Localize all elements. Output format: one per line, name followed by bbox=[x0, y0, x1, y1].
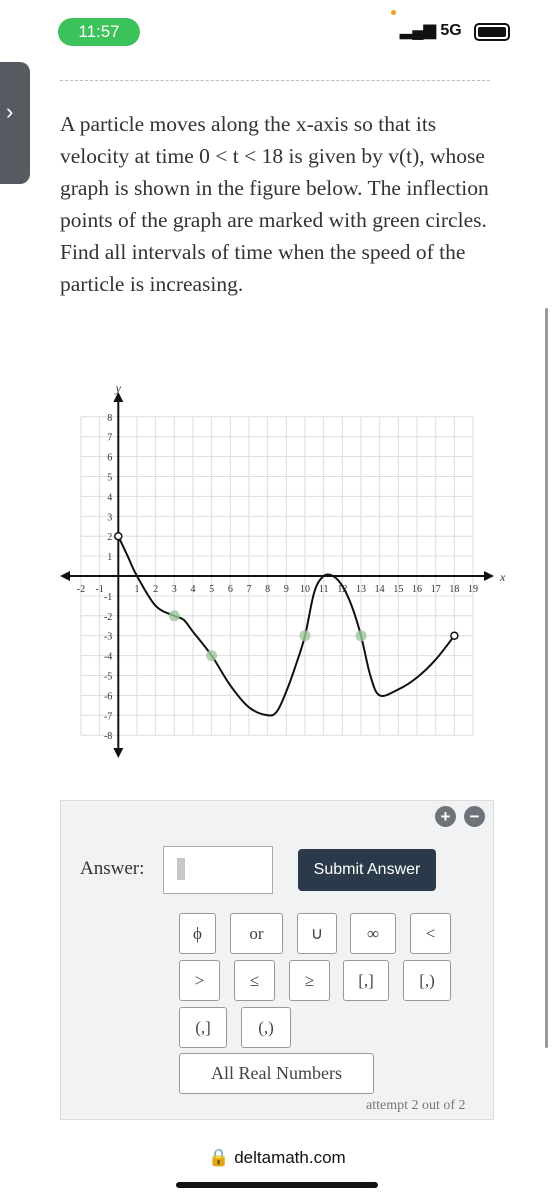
y-tick-label: 7 bbox=[107, 433, 112, 444]
x-tick-label: -2 bbox=[77, 584, 85, 595]
y-tick-label: -6 bbox=[104, 691, 112, 702]
y-tick-label: -3 bbox=[104, 632, 112, 643]
key-closed-open-interval[interactable]: [,) bbox=[403, 960, 451, 1001]
inflection-point bbox=[168, 610, 180, 622]
x-tick-label: 1 bbox=[134, 584, 139, 595]
x-tick-label: -1 bbox=[95, 584, 103, 595]
x-tick-label: 3 bbox=[172, 584, 177, 595]
y-tick-label: 6 bbox=[107, 453, 112, 464]
y-tick-label: -5 bbox=[104, 672, 112, 683]
y-tick-label: 5 bbox=[107, 473, 112, 484]
lock-icon: 🔒 bbox=[208, 1148, 230, 1167]
key-union[interactable]: ∪ bbox=[297, 913, 337, 954]
y-tick-label: -1 bbox=[104, 592, 112, 603]
x-tick-label: 2 bbox=[153, 584, 158, 595]
key-closed-interval[interactable]: [,] bbox=[343, 960, 389, 1001]
attempt-counter: attempt 2 out of 2 bbox=[366, 1098, 466, 1113]
plus-icon[interactable]: + bbox=[435, 806, 456, 827]
x-tick-label: 16 bbox=[412, 584, 422, 595]
x-tick-label: 13 bbox=[356, 584, 366, 595]
key-all-real-numbers[interactable]: All Real Numbers bbox=[179, 1053, 374, 1094]
home-indicator[interactable] bbox=[176, 1182, 378, 1188]
y-tick-label: -4 bbox=[104, 652, 112, 663]
x-axis-arrow-left bbox=[60, 571, 70, 581]
key-open-closed-interval[interactable]: (,] bbox=[179, 1007, 227, 1048]
battery-icon bbox=[474, 23, 510, 41]
y-axis-label: y bbox=[115, 381, 122, 395]
signal-icon: ▂▄▆ bbox=[400, 22, 436, 39]
key-geq[interactable]: ≥ bbox=[289, 960, 330, 1001]
y-tick-label: 4 bbox=[107, 492, 112, 503]
x-tick-label: 14 bbox=[375, 584, 385, 595]
open-endpoint bbox=[114, 531, 123, 541]
x-tick-label: 7 bbox=[246, 584, 251, 595]
x-tick-label: 10 bbox=[300, 584, 310, 595]
url-text: deltamath.com bbox=[234, 1148, 346, 1167]
y-tick-label: -7 bbox=[104, 711, 112, 722]
y-tick-label: -8 bbox=[104, 731, 112, 742]
x-tick-label: 5 bbox=[209, 584, 214, 595]
y-axis-arrow-down bbox=[113, 748, 124, 758]
cursor bbox=[177, 858, 185, 880]
key-leq[interactable]: ≤ bbox=[234, 960, 275, 1001]
submit-answer-button[interactable]: Submit Answer bbox=[298, 849, 436, 891]
x-tick-label: 18 bbox=[449, 584, 459, 595]
key-infinity[interactable]: ∞ bbox=[350, 913, 396, 954]
status-bar: 11:57 ▂▄▆ 5G bbox=[0, 0, 554, 60]
y-tick-label: 2 bbox=[107, 532, 112, 543]
answer-input[interactable] bbox=[163, 846, 273, 894]
x-axis-arrow-right bbox=[484, 571, 494, 581]
x-tick-label: 15 bbox=[393, 584, 403, 595]
side-tab-button[interactable]: › bbox=[0, 62, 30, 184]
clock: 11:57 bbox=[58, 18, 140, 46]
x-tick-label: 6 bbox=[228, 584, 233, 595]
y-tick-label: 1 bbox=[107, 552, 112, 563]
key-open-interval[interactable]: (,) bbox=[241, 1007, 291, 1048]
chevron-right-icon: › bbox=[6, 99, 14, 124]
y-tick-label: 8 bbox=[107, 413, 112, 424]
inflection-point bbox=[299, 630, 311, 642]
x-axis-label: x bbox=[499, 570, 506, 584]
open-endpoint bbox=[450, 631, 459, 640]
x-tick-label: 11 bbox=[319, 584, 329, 595]
velocity-graph: -2 -1 1 2 3 4 5 6 7 8 9 10 11 12 13 14 15 16 17 18 198765432… bbox=[60, 381, 506, 758]
y-tick-label: 3 bbox=[107, 512, 112, 523]
key-or[interactable]: or bbox=[230, 913, 283, 954]
x-tick-label: 19 bbox=[468, 584, 478, 595]
minus-icon[interactable]: − bbox=[464, 806, 485, 827]
privacy-indicator bbox=[391, 10, 396, 15]
network-indicator: ▂▄▆ 5G bbox=[400, 20, 462, 40]
y-tick-label: -2 bbox=[104, 612, 112, 623]
inflection-point bbox=[355, 630, 367, 642]
key-less-than[interactable]: < bbox=[410, 913, 451, 954]
key-greater-than[interactable]: > bbox=[179, 960, 220, 1001]
question-text: A particle moves along the x-axis so tha… bbox=[60, 112, 489, 296]
key-empty-set[interactable]: ϕ bbox=[179, 913, 216, 954]
inflection-point bbox=[206, 650, 218, 662]
answer-label: Answer: bbox=[80, 858, 145, 879]
network-type: 5G bbox=[440, 22, 462, 39]
x-tick-label: 17 bbox=[431, 584, 441, 595]
x-tick-label: 9 bbox=[284, 584, 289, 595]
divider bbox=[60, 80, 490, 81]
x-tick-label: 8 bbox=[265, 584, 270, 595]
url-bar[interactable]: 🔒 deltamath.com bbox=[0, 1148, 554, 1168]
x-tick-label: 4 bbox=[190, 584, 195, 595]
